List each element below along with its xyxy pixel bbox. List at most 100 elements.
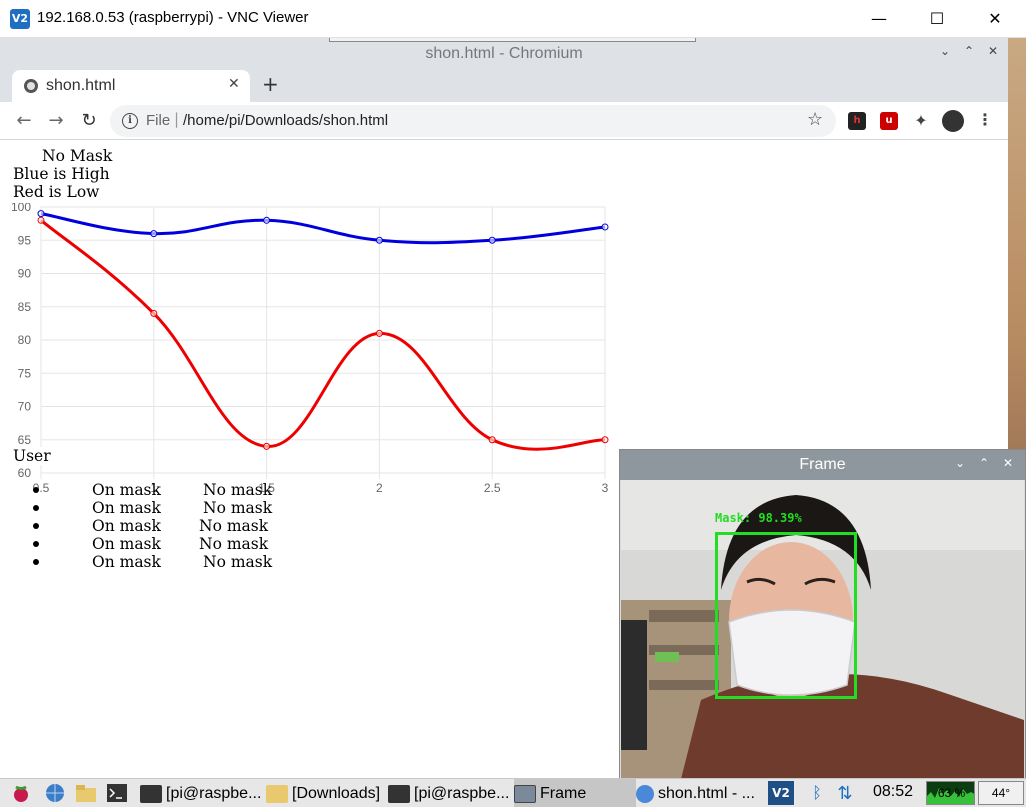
data-point (488, 436, 496, 444)
tab-strip: shon.html ✕ + (0, 68, 1008, 102)
extensions-puzzle-icon[interactable]: ✦ (912, 112, 930, 130)
url-text[interactable]: /home/pi/Downloads/shon.html (183, 112, 388, 129)
minimize-icon[interactable]: — (850, 0, 908, 38)
chevron-down-icon[interactable]: ⌄ (952, 456, 968, 470)
cpu-monitor[interactable]: 63 % (926, 781, 975, 805)
chromium-window-title: shon.html - Chromium (425, 45, 583, 62)
no-mask-cell: No mask (203, 481, 273, 499)
terminal-icon (140, 784, 162, 803)
terminal-icon[interactable] (106, 783, 128, 803)
bullet-icon (33, 559, 39, 565)
chevron-down-icon[interactable]: ⌄ (936, 44, 954, 64)
bullet-icon (33, 541, 39, 547)
file-manager-icon[interactable] (75, 783, 97, 803)
taskbar-item-downloads[interactable]: [Downloads] (266, 779, 388, 807)
star-icon[interactable]: ☆ (807, 109, 823, 130)
data-point (150, 309, 158, 317)
data-point (601, 436, 609, 444)
frame-close-icon[interactable]: ✕ (1000, 456, 1016, 470)
frame-window[interactable]: Frame ⌄ ⌃ ✕ Mask: 98.39% (619, 449, 1026, 780)
on-mask-cell: On mask (92, 535, 161, 553)
hypothesis-extension-icon[interactable]: h (848, 112, 866, 130)
maximize-icon[interactable]: ☐ (908, 0, 966, 38)
legend-red-text: Red is Low (13, 183, 100, 201)
x-tick-label: 2 (376, 481, 383, 495)
data-point (37, 216, 45, 224)
chevron-up-icon[interactable]: ⌃ (960, 44, 978, 64)
info-icon[interactable]: i (122, 113, 138, 129)
taskbar-item-frame[interactable]: Frame (514, 779, 636, 807)
clock[interactable]: 08:52 (873, 783, 913, 801)
new-tab-plus-icon[interactable]: + (262, 72, 279, 96)
chromium-titlebar: shon.html - Chromium (0, 38, 1008, 68)
tab-shon-html[interactable]: shon.html ✕ (12, 70, 250, 102)
x-tick-label: 3 (602, 481, 609, 495)
browser-toolbar: ← → ↻ i File | /home/pi/Downloads/shon.h… (0, 102, 1008, 140)
web-browser-icon[interactable] (44, 783, 66, 803)
data-point (488, 236, 496, 244)
taskbar-item-terminal-2[interactable]: [pi@raspbe... (388, 779, 514, 807)
chevron-up-icon[interactable]: ⌃ (976, 456, 992, 470)
y-tick-label: 75 (18, 366, 32, 380)
window-icon (514, 784, 536, 803)
legend-blue-text: Blue is High (13, 165, 110, 183)
network-arrows-icon[interactable]: ⇅ (834, 783, 856, 804)
close-icon[interactable]: ✕ (966, 0, 1024, 38)
data-point (263, 442, 271, 450)
y-tick-label: 90 (18, 267, 32, 281)
data-point (150, 230, 158, 238)
raspberry-menu-icon[interactable] (10, 783, 32, 803)
taskbar-item-label: [Downloads] (292, 785, 381, 802)
data-point (375, 329, 383, 337)
detection-label: Mask: 98.39% (715, 511, 802, 525)
forward-arrow-icon[interactable]: → (44, 109, 68, 133)
x-tick-label: 2.5 (484, 481, 501, 495)
y-tick-label: 100 (11, 203, 31, 214)
taskbar-item-label: shon.html - ... (658, 785, 755, 802)
on-mask-cell: On mask (92, 499, 161, 517)
data-point (375, 236, 383, 244)
y-tick-label: 95 (18, 233, 32, 247)
menu-dots-icon[interactable]: ⋮ (976, 112, 994, 130)
on-mask-cell: On mask (92, 553, 161, 571)
user-label: User (13, 447, 51, 465)
chromium-close-icon[interactable]: ✕ (984, 44, 1002, 64)
on-mask-cell: On mask (92, 481, 161, 499)
vnc-tray-icon[interactable]: V2 (768, 781, 794, 805)
bullet-icon (33, 487, 39, 493)
no-mask-cell: No mask (203, 553, 273, 571)
y-tick-label: 65 (18, 433, 32, 447)
url-separator: | (174, 110, 180, 128)
tab-close-icon[interactable]: ✕ (228, 76, 240, 92)
taskbar-item-label: Frame (540, 785, 587, 802)
address-bar[interactable]: i File | /home/pi/Downloads/shon.html ☆ (110, 105, 836, 137)
camera-frame-image: Mask: 98.39% (621, 480, 1024, 779)
back-arrow-icon[interactable]: ← (12, 109, 36, 133)
detection-box (715, 532, 857, 699)
reload-icon[interactable]: ↻ (77, 109, 101, 133)
terminal-icon (388, 784, 410, 803)
temperature-readout[interactable]: 44° (978, 781, 1024, 805)
y-axis-ticks: 60 65 70 75 80 85 90 95 100 (11, 203, 31, 480)
taskbar-item-terminal-1[interactable]: [pi@raspbe... (140, 779, 266, 807)
no-mask-cell: No mask (199, 535, 269, 553)
chart-series (37, 210, 609, 451)
vnc-titlebar: V2 192.168.0.53 (raspberrypi) - VNC View… (0, 0, 1026, 38)
vnc-toolbar-handle[interactable] (329, 38, 696, 42)
bluetooth-icon[interactable]: ᛒ (806, 783, 828, 803)
series-line-0 (40, 212, 606, 245)
on-mask-cell: On mask (92, 517, 161, 535)
ublock-extension-icon[interactable]: u (880, 112, 898, 130)
no-mask-cell: No mask (203, 499, 273, 517)
frame-titlebar[interactable]: Frame ⌄ ⌃ ✕ (620, 450, 1025, 480)
profile-icon[interactable] (942, 110, 964, 132)
no-mask-cell: No mask (199, 517, 269, 535)
taskbar-item-label: [pi@raspbe... (166, 785, 262, 802)
vnc-window-title: 192.168.0.53 (raspberrypi) - VNC Viewer (37, 9, 309, 26)
taskbar-item-label: [pi@raspbe... (414, 785, 510, 802)
cpu-percent: 63 % (937, 786, 966, 800)
data-point (37, 210, 45, 218)
taskbar-item-chromium[interactable]: shon.html - ... (636, 779, 764, 807)
data-point (601, 223, 609, 231)
bullet-icon (33, 505, 39, 511)
